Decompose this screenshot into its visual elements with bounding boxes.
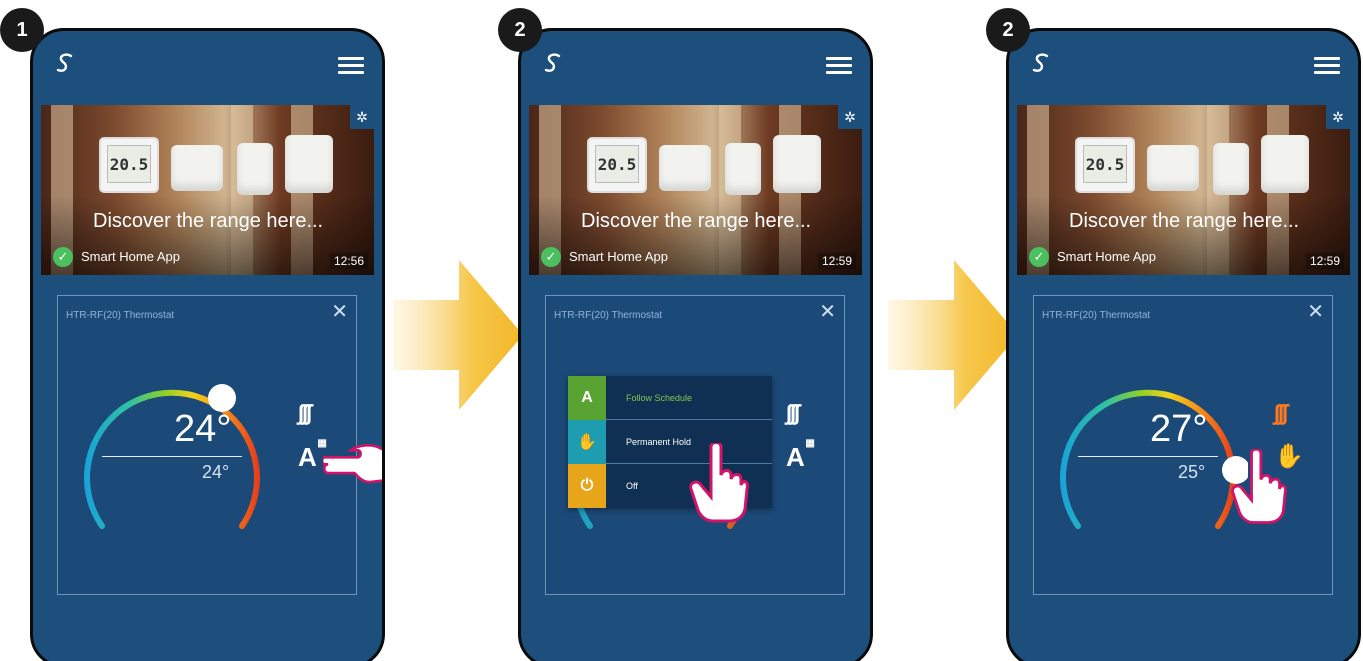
hamburger-menu-icon[interactable] (338, 57, 364, 75)
timestamp: 12:56 (329, 253, 368, 269)
step-badge-1: 1 (0, 8, 44, 52)
check-icon: ✓ (541, 247, 561, 267)
check-icon: ✓ (1029, 247, 1049, 267)
card-title: HTR-RF(20) Thermostat (66, 310, 175, 321)
promo-banner[interactable]: 20.5 ✲ Discover the range here... ✓ Smar… (41, 105, 374, 275)
settings-gear-icon[interactable]: ✲ (350, 105, 374, 129)
menu-item-follow-schedule[interactable]: A Follow Schedule (568, 375, 772, 420)
thermostat-card[interactable]: HTR-RF(20) Thermostat ✕ 24° 24° ∫∫∫ A ▦ (57, 295, 357, 595)
banner-title: Discover the range here... (1069, 210, 1300, 232)
setpoint-temperature: 24° (174, 408, 232, 450)
phone-screen-2: 20.5 ✲ Discover the range here... ✓ Smar… (518, 28, 873, 661)
current-temperature: 24° (202, 462, 230, 482)
thermostat-card[interactable]: HTR-RF(20) Thermostat ✕ 27° 25° ∫∫∫ ✋ (1033, 295, 1333, 595)
app-name-label: Smart Home App (81, 249, 180, 264)
power-icon: ⏻ (568, 464, 606, 508)
menu-item-label: Permanent Hold (626, 436, 692, 447)
promo-banner[interactable]: 20.5 ✲ Discover the range here... ✓ Smar… (1017, 105, 1350, 275)
auto-schedule-icon[interactable]: A ▦ (298, 438, 327, 473)
heating-icon: ∫∫∫ (298, 400, 312, 425)
promo-banner[interactable]: 20.5 ✲ Discover the range here... ✓ Smar… (529, 105, 862, 275)
card-title: HTR-RF(20) Thermostat (1042, 310, 1151, 321)
menu-item-label: Off (626, 481, 638, 491)
banner-title: Discover the range here... (93, 210, 324, 232)
timestamp: 12:59 (1305, 253, 1344, 269)
step-badge-3: 2 (986, 8, 1030, 52)
phone-screen-1: 20.5 ✲ Discover the range here... ✓ Smar… (30, 28, 385, 661)
tap-hand-icon (689, 443, 749, 523)
hand-icon: ✋ (568, 419, 606, 464)
app-logo-icon[interactable] (1029, 51, 1053, 75)
setpoint-temperature: 27° (1150, 408, 1208, 450)
temp-divider (102, 456, 242, 457)
timestamp: 12:59 (817, 253, 856, 269)
close-icon[interactable]: ✕ (1307, 302, 1324, 322)
close-icon[interactable]: ✕ (331, 302, 348, 322)
auto-schedule-icon[interactable]: A ▦ (786, 438, 815, 473)
step-badge-2: 2 (498, 8, 542, 52)
card-title: HTR-RF(20) Thermostat (554, 310, 663, 321)
thermostat-product-image: 20.5 (1075, 137, 1135, 193)
hamburger-menu-icon[interactable] (1314, 57, 1340, 75)
heating-icon: ∫∫∫ (1274, 400, 1288, 425)
check-icon: ✓ (53, 247, 73, 267)
tap-hand-icon (323, 444, 382, 484)
current-temperature: 25° (1178, 462, 1206, 482)
temp-divider (1078, 456, 1218, 457)
app-logo-icon[interactable] (541, 51, 565, 75)
heating-icon: ∫∫∫ (786, 400, 800, 425)
app-name-label: Smart Home App (569, 249, 668, 264)
auto-schedule-icon: A (568, 375, 606, 420)
phone-screen-3: 20.5 ✲ Discover the range here... ✓ Smar… (1006, 28, 1361, 661)
app-logo-icon[interactable] (53, 51, 77, 75)
banner-title: Discover the range here... (581, 210, 812, 232)
menu-item-label: Follow Schedule (626, 392, 693, 403)
thermostat-product-image: 20.5 (587, 137, 647, 193)
settings-gear-icon[interactable]: ✲ (838, 105, 862, 129)
app-name-label: Smart Home App (1057, 249, 1156, 264)
settings-gear-icon[interactable]: ✲ (1326, 105, 1350, 129)
hamburger-menu-icon[interactable] (826, 57, 852, 75)
next-step-arrow-icon (888, 260, 1018, 410)
next-step-arrow-icon (393, 260, 523, 410)
close-icon[interactable]: ✕ (819, 302, 836, 322)
tap-hand-icon (1231, 449, 1287, 524)
thermostat-product-image: 20.5 (99, 137, 159, 193)
